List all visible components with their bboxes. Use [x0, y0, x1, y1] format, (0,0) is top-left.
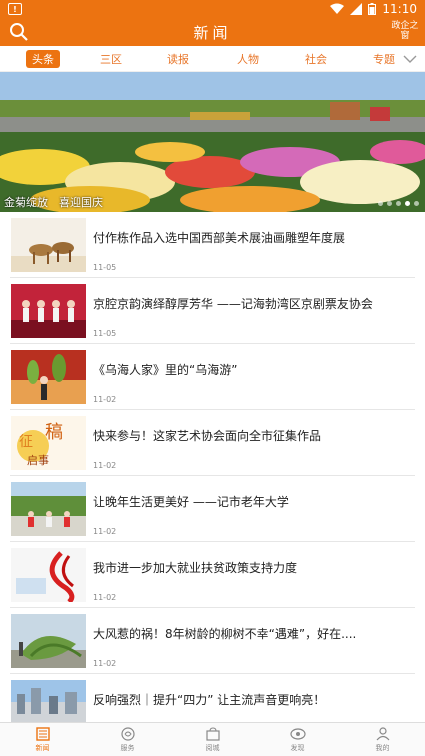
- carousel-dot: [378, 201, 383, 206]
- page-title: 新闻: [193, 23, 232, 42]
- news-date: 11-05: [93, 329, 117, 338]
- news-thumbnail: [11, 350, 86, 404]
- news-thumbnail: [11, 614, 86, 668]
- category-tabs: 头条 三区 读报 人物 社会 专题: [0, 46, 425, 72]
- svg-text:稿: 稿: [45, 422, 63, 443]
- gov-portal-link[interactable]: 政企之窗: [391, 21, 419, 41]
- svg-text:征: 征: [19, 434, 33, 450]
- nav-label: 新闻: [35, 743, 50, 752]
- user-icon: [376, 726, 389, 740]
- news-date: 11-02: [93, 461, 117, 470]
- carousel-dot: [396, 201, 401, 206]
- bag-icon: [205, 726, 220, 741]
- battery-icon: [368, 3, 377, 15]
- notification-icon: !: [8, 3, 22, 15]
- news-title: 快来参与！这家艺术协会面向全市征集作品: [93, 429, 322, 443]
- news-thumbnail: [11, 284, 86, 338]
- news-title: 《乌海人家》里的“乌海游”: [93, 363, 238, 377]
- nav-profile[interactable]: 我的: [340, 723, 425, 756]
- search-icon[interactable]: [9, 22, 29, 42]
- news-thumbnail: [11, 482, 86, 536]
- tab-topics[interactable]: 专题: [373, 51, 395, 67]
- signal-icon: [350, 3, 363, 15]
- news-item[interactable]: 京腔京韵演绎醇厚芳华 ——记海勃湾区京剧票友协会 11-05: [10, 278, 415, 344]
- banner-caption: 金菊绽放 喜迎国庆: [4, 196, 103, 209]
- banner-image: [0, 72, 425, 212]
- carousel-dot-active: [405, 201, 410, 206]
- banner-carousel[interactable]: 金菊绽放 喜迎国庆: [0, 72, 425, 212]
- nav-label: 阅城: [205, 743, 220, 752]
- nav-discover[interactable]: 发现: [255, 723, 340, 756]
- app-header: 新闻 政企之窗: [0, 18, 425, 46]
- news-title: 京腔京韵演绎醇厚芳华 ——记海勃湾区京剧票友协会: [93, 297, 373, 311]
- news-title: 让晚年生活更美好 ——记市老年大学: [93, 495, 289, 509]
- service-icon: [120, 726, 135, 741]
- news-date: 11-05: [93, 263, 117, 272]
- news-item[interactable]: 付作栋作品入选中国西部美术展油画雕塑年度展 11-05: [10, 212, 415, 278]
- carousel-dot: [414, 201, 419, 206]
- tab-headlines[interactable]: 头条: [26, 50, 60, 68]
- tab-newspaper[interactable]: 读报: [167, 51, 189, 67]
- wifi-icon: [330, 3, 345, 14]
- news-item[interactable]: 大风惹的祸！8年树龄的柳树不幸“遇难”，好在.... 11-02: [10, 608, 415, 674]
- tab-districts[interactable]: 三区: [100, 51, 122, 67]
- nav-label: 服务: [120, 743, 135, 752]
- news-date: 11-02: [93, 659, 117, 668]
- svg-text:启事: 启事: [27, 454, 49, 467]
- news-item[interactable]: 征 稿 启事 快来参与！这家艺术协会面向全市征集作品 11-02: [10, 410, 415, 476]
- news-item[interactable]: 我市进一步加大就业扶贫政策支持力度 11-02: [10, 542, 415, 608]
- nav-label: 我的: [375, 743, 390, 752]
- news-list: 付作栋作品入选中国西部美术展油画雕塑年度展 11-05 京腔京韵演绎醇厚芳华 —…: [0, 212, 425, 740]
- clock: 11:10: [382, 2, 417, 16]
- bottom-navigation: 新闻 服务 阅城 发现 我的: [0, 722, 425, 756]
- nav-service[interactable]: 服务: [85, 723, 170, 756]
- news-date: 11-02: [93, 593, 117, 602]
- news-title: 反响强烈｜提升“四力” 让主流声音更响亮！: [93, 693, 326, 707]
- carousel-indicator: [378, 201, 419, 206]
- news-thumbnail: [11, 548, 86, 602]
- nav-read-city[interactable]: 阅城: [170, 723, 255, 756]
- news-icon: [35, 726, 50, 741]
- nav-label: 发现: [290, 743, 305, 752]
- tab-society[interactable]: 社会: [305, 51, 327, 67]
- carousel-dot: [387, 201, 392, 206]
- news-thumbnail: 征 稿 启事: [11, 416, 86, 470]
- news-item[interactable]: 让晚年生活更美好 ——记市老年大学 11-02: [10, 476, 415, 542]
- nav-news[interactable]: 新闻: [0, 723, 85, 756]
- news-date: 11-02: [93, 395, 117, 404]
- news-title: 我市进一步加大就业扶贫政策支持力度: [93, 561, 298, 575]
- news-item[interactable]: 《乌海人家》里的“乌海游” 11-02: [10, 344, 415, 410]
- news-date: 11-02: [93, 527, 117, 536]
- chevron-down-icon[interactable]: [403, 52, 417, 66]
- news-title: 付作栋作品入选中国西部美术展油画雕塑年度展: [93, 231, 346, 245]
- eye-icon: [289, 727, 306, 740]
- news-title: 大风惹的祸！8年树龄的柳树不幸“遇难”，好在....: [93, 627, 357, 641]
- news-thumbnail: [11, 218, 86, 272]
- tab-people[interactable]: 人物: [237, 51, 259, 67]
- status-bar: ! 11:10: [0, 0, 425, 18]
